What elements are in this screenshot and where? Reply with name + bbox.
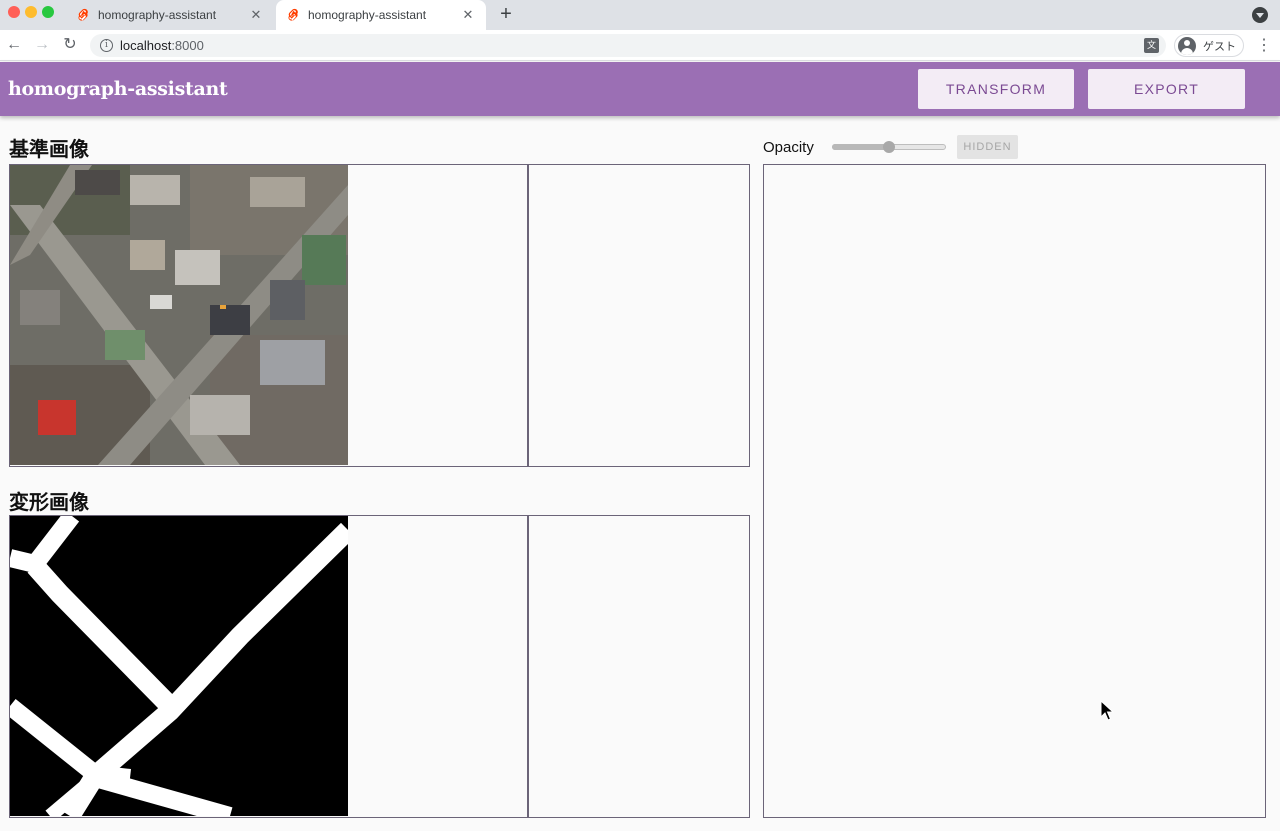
info-icon[interactable]: i xyxy=(100,39,113,52)
aerial-photo[interactable] xyxy=(10,165,348,465)
url-port: :8000 xyxy=(171,38,204,53)
browser-tab-1[interactable]: homography-assistant ✕ xyxy=(66,0,274,30)
url-text: localhost:8000 xyxy=(120,38,204,53)
app-title: homograph-assistant xyxy=(8,78,228,100)
export-button[interactable]: EXPORT xyxy=(1088,69,1245,109)
transform-button[interactable]: TRANSFORM xyxy=(918,69,1074,109)
browser-tab-bar: homography-assistant ✕ homography-assist… xyxy=(0,0,1280,30)
profile-name: ゲスト xyxy=(1203,40,1236,53)
url-host: localhost xyxy=(120,38,172,53)
more-menu-icon[interactable]: ⋮ xyxy=(1256,36,1272,56)
opacity-slider[interactable] xyxy=(832,141,946,153)
maximize-window-button[interactable] xyxy=(42,6,54,18)
new-tab-icon[interactable]: + xyxy=(496,4,516,24)
browser-toolbar: ← → ↻ i localhost:8000 文 ゲスト ⋮ xyxy=(0,30,1280,61)
tab-title: homography-assistant xyxy=(98,8,217,22)
close-icon[interactable]: ✕ xyxy=(460,7,476,23)
svelte-icon xyxy=(76,8,90,22)
avatar-icon xyxy=(1178,36,1196,55)
road-mask-image[interactable] xyxy=(10,516,348,816)
base-image-panel[interactable] xyxy=(9,164,750,467)
panel-divider xyxy=(527,165,529,466)
close-window-button[interactable] xyxy=(8,6,20,18)
base-image-title: 基準画像 xyxy=(9,139,89,161)
close-icon[interactable]: ✕ xyxy=(248,7,264,23)
svelte-icon xyxy=(286,8,300,22)
opacity-label: Opacity xyxy=(763,139,814,156)
transformed-image-title: 変形画像 xyxy=(9,492,89,514)
overlay-preview-panel[interactable] xyxy=(763,164,1266,818)
app-header: homograph-assistant TRANSFORM EXPORT xyxy=(0,62,1280,116)
mouse-pointer-icon xyxy=(1100,700,1114,721)
minimize-window-button[interactable] xyxy=(25,6,37,18)
panel-divider xyxy=(527,516,529,817)
reload-icon[interactable]: ↻ xyxy=(60,35,80,55)
slider-thumb[interactable] xyxy=(883,141,895,153)
browser-tab-2[interactable]: homography-assistant ✕ xyxy=(276,0,486,30)
back-arrow-icon[interactable]: ← xyxy=(4,35,24,55)
transformed-image-panel[interactable] xyxy=(9,515,750,818)
address-bar[interactable]: i localhost:8000 文 xyxy=(90,34,1166,57)
tab-search-icon[interactable] xyxy=(1252,7,1268,23)
forward-arrow-icon[interactable]: → xyxy=(32,35,52,55)
tab-title: homography-assistant xyxy=(308,8,427,22)
profile-button[interactable]: ゲスト xyxy=(1174,34,1244,57)
translate-icon[interactable]: 文 xyxy=(1144,38,1159,53)
slider-fill xyxy=(832,144,889,150)
hidden-toggle-button[interactable]: HIDDEN xyxy=(957,135,1018,159)
